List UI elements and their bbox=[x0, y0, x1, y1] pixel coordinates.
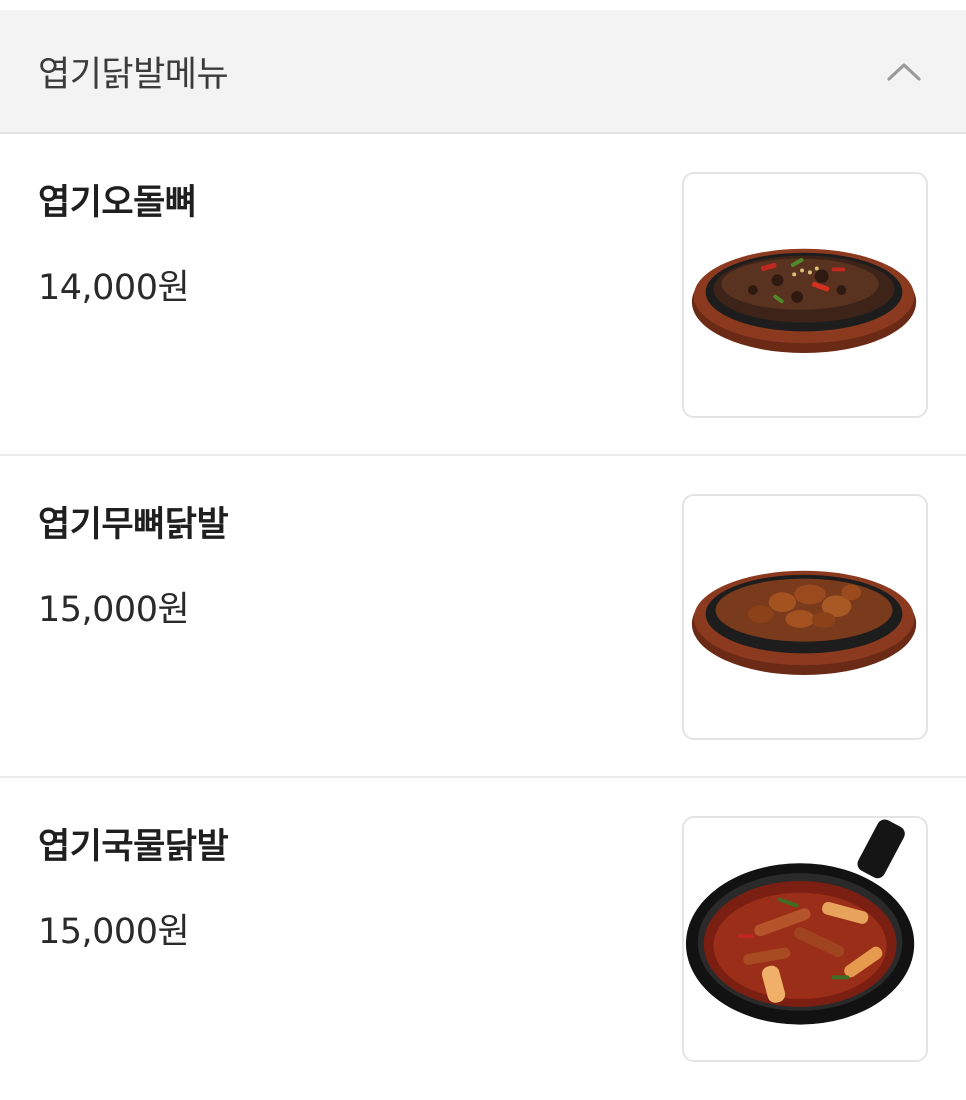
menu-item-name: 엽기무뼈닭발 bbox=[38, 505, 229, 545]
menu-section-header[interactable]: 엽기닭발메뉴 bbox=[0, 10, 966, 134]
menu-list: 엽기오돌뼈 14,000원 엽기무뼈닭발 15,000원 엽기국물닭발 15,0… bbox=[0, 134, 966, 1100]
menu-item-price: 14,000원 bbox=[38, 268, 190, 308]
menu-item-text: 엽기무뼈닭발 15,000원 bbox=[38, 494, 229, 776]
menu-item-price: 15,000원 bbox=[38, 912, 190, 952]
menu-item-image[interactable] bbox=[682, 172, 928, 418]
menu-item-image[interactable] bbox=[682, 816, 928, 1062]
menu-item[interactable]: 엽기국물닭발 15,000원 bbox=[0, 778, 966, 1100]
menu-item-image[interactable] bbox=[682, 494, 928, 740]
menu-item[interactable]: 엽기오돌뼈 14,000원 bbox=[0, 134, 966, 456]
section-title: 엽기닭발메뉴 bbox=[38, 54, 229, 95]
chevron-up-icon[interactable] bbox=[882, 57, 926, 85]
menu-item[interactable]: 엽기무뼈닭발 15,000원 bbox=[0, 456, 966, 778]
menu-item-name: 엽기국물닭발 bbox=[38, 827, 229, 867]
menu-item-text: 엽기오돌뼈 14,000원 bbox=[38, 172, 197, 454]
sizzling-plate-image bbox=[691, 570, 917, 676]
menu-item-text: 엽기국물닭발 15,000원 bbox=[38, 816, 229, 1100]
menu-item-price: 15,000원 bbox=[38, 590, 190, 630]
sizzling-plate-image bbox=[691, 248, 917, 354]
top-spacer bbox=[0, 0, 966, 10]
menu-item-name: 엽기오돌뼈 bbox=[38, 183, 197, 223]
pan-image bbox=[685, 819, 915, 1025]
